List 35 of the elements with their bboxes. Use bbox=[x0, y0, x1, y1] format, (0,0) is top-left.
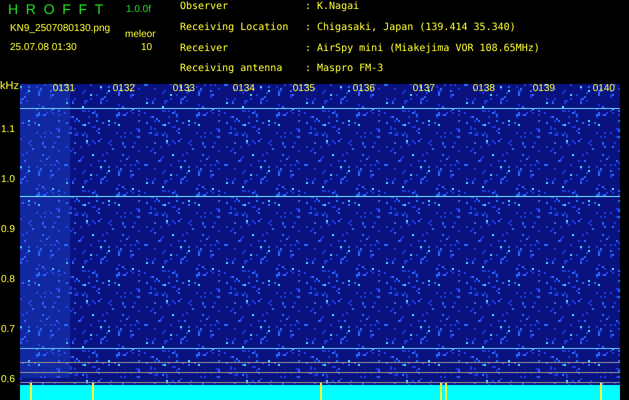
axis-unit: kHz bbox=[0, 79, 19, 94]
info-value: Chigasaki, Japan (139.414 35.340) bbox=[317, 22, 517, 35]
axis-label: 0.6 bbox=[1, 374, 15, 386]
info-label: Receiving Location bbox=[180, 22, 290, 35]
filename-label: KN9_2507080130.png bbox=[10, 22, 110, 36]
version-label: 1.0.0f bbox=[126, 3, 152, 17]
axis-label: 0.9 bbox=[1, 224, 15, 236]
time-label: 0136 bbox=[352, 82, 375, 96]
info-value: Maspro FM-3 bbox=[317, 63, 384, 76]
axis-label: 1.0 bbox=[1, 174, 15, 186]
app-title: HROFFT bbox=[8, 0, 111, 18]
axis-label: 1.1 bbox=[1, 124, 15, 136]
time-label: 0133 bbox=[172, 82, 195, 96]
info-separator: : bbox=[305, 22, 312, 35]
meteor-count: 10 bbox=[141, 41, 152, 55]
meteor-label: meleor bbox=[125, 28, 156, 42]
info-separator: : bbox=[305, 42, 312, 56]
time-label: 0138 bbox=[472, 82, 495, 96]
axis-label: 0.7 bbox=[1, 324, 15, 336]
info-value: AirSpy mini (Miakejima VOR 108.65MHz) bbox=[317, 42, 540, 56]
info-value: K.Nagai bbox=[317, 1, 360, 14]
datetime-label: 25.07.08 01:30 bbox=[10, 41, 77, 55]
time-label: 0140 bbox=[592, 82, 615, 96]
axis-label: 0.8 bbox=[1, 274, 15, 286]
time-label: 0137 bbox=[412, 82, 435, 96]
time-label: 0131 bbox=[52, 82, 75, 96]
info-label: Observer bbox=[180, 1, 230, 14]
time-label: 0139 bbox=[532, 82, 555, 96]
info-label: Receiving antenna bbox=[180, 63, 284, 76]
time-label: 0132 bbox=[112, 82, 135, 96]
info-separator: : bbox=[305, 1, 312, 14]
time-label: 0134 bbox=[232, 82, 255, 96]
info-label: Receiver bbox=[180, 42, 230, 56]
time-label: 0135 bbox=[292, 82, 315, 96]
info-separator: : bbox=[305, 63, 312, 76]
